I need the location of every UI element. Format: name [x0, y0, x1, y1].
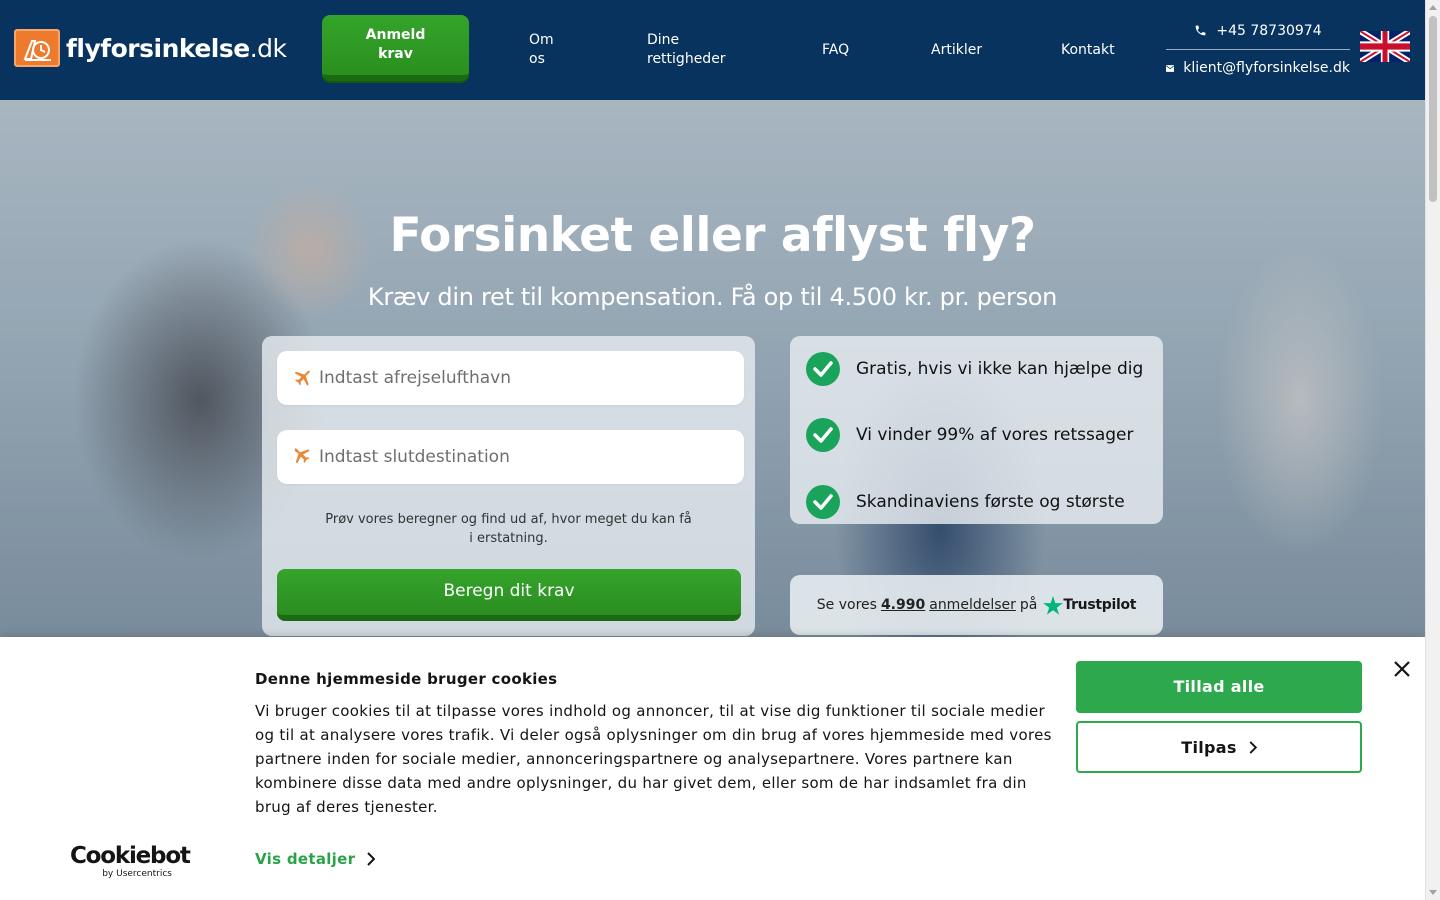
- trustpilot-star-icon: [1043, 595, 1064, 615]
- usp-text: Vi vinder 99% af vores retssager: [856, 425, 1134, 445]
- uk-flag-icon[interactable]: [1360, 31, 1410, 62]
- nav-about-line2: os: [529, 51, 545, 67]
- show-details-label: Vis detaljer: [255, 850, 356, 868]
- cookie-banner: Cookiebot by Usercentrics Denne hjemmesi…: [0, 637, 1425, 900]
- check-icon: [806, 352, 840, 386]
- customize-label: Tilpas: [1181, 737, 1237, 757]
- scroll-down-icon[interactable]: [1429, 890, 1437, 895]
- nav-articles[interactable]: Artikler: [931, 41, 982, 60]
- claim-calculator-form: Prøv vores beregner og find ud af, hvor …: [262, 336, 755, 636]
- usp-text: Gratis, hvis vi ikke kan hjælpe dig: [856, 359, 1144, 379]
- trustpilot-brand: Trustpilot: [1063, 597, 1137, 613]
- trustpilot-prefix: Se vores: [816, 597, 877, 613]
- trustpilot-widget[interactable]: Se vores 4.990 anmeldelser på Trustpilot: [790, 575, 1163, 635]
- hero-subtitle: Kræv din ret til kompensation. Få op til…: [367, 283, 1058, 311]
- phone-link[interactable]: +45 78730974: [1166, 18, 1350, 50]
- nav-rights-line1: Dine: [647, 32, 680, 48]
- cookiebot-logo: Cookiebot by Usercentrics: [70, 843, 191, 879]
- hero-section: Forsinket eller aflyst fly? Kræv din ret…: [0, 100, 1425, 637]
- trustpilot-logo[interactable]: Trustpilot: [1043, 595, 1137, 615]
- report-claim-label-2: krav: [378, 46, 413, 62]
- contact-info: +45 78730974 klient@flyforsinkelse.dk: [1166, 18, 1350, 76]
- usp-item: Skandinaviens første og største: [806, 485, 1125, 519]
- logo-text: flyforsinkelse.dk: [66, 33, 287, 63]
- page-scrollbar[interactable]: [1425, 0, 1440, 900]
- allow-all-button[interactable]: Tillad alle: [1076, 661, 1362, 713]
- destination-input[interactable]: [319, 447, 719, 467]
- chevron-right-icon: [367, 852, 376, 866]
- reviews-link[interactable]: anmeldelser: [929, 597, 1016, 613]
- plane-landing-icon: [294, 448, 310, 464]
- nav-about[interactable]: Om os: [529, 31, 554, 69]
- nav-contact[interactable]: Kontakt: [1061, 41, 1115, 60]
- nav-about-line1: Om: [529, 32, 554, 48]
- cookie-text: Vi bruger cookies til at tilpasse vores …: [255, 702, 1052, 816]
- report-claim-label-1: Anmeld: [365, 27, 426, 43]
- email-address: klient@flyforsinkelse.dk: [1183, 60, 1350, 76]
- departure-input[interactable]: [319, 368, 719, 388]
- destination-field[interactable]: [277, 430, 744, 484]
- logo-mark-icon: [14, 29, 60, 67]
- plane-takeoff-icon: [294, 370, 311, 386]
- cookiebot-name: Cookiebot: [70, 843, 191, 869]
- trustpilot-on: på: [1019, 597, 1038, 613]
- calculator-note: Prøv vores beregner og find ud af, hvor …: [325, 512, 692, 546]
- departure-field[interactable]: [277, 351, 744, 405]
- calculate-claim-button[interactable]: Beregn dit krav: [277, 569, 741, 621]
- phone-icon: [1195, 25, 1206, 36]
- customize-button[interactable]: Tilpas: [1076, 721, 1362, 773]
- nav-rights-line2: rettigheder: [647, 51, 726, 67]
- usp-item: Vi vinder 99% af vores retssager: [806, 418, 1134, 452]
- check-icon: [806, 418, 840, 452]
- site-logo[interactable]: flyforsinkelse.dk: [14, 28, 287, 68]
- usp-text: Skandinaviens første og største: [856, 492, 1125, 512]
- site-header: flyforsinkelse.dk Anmeld krav Om os Dine…: [0, 0, 1425, 100]
- report-claim-button[interactable]: Anmeld krav: [322, 15, 469, 81]
- hero-title: Forsinket eller aflyst fly?: [389, 208, 1036, 263]
- cookie-title: Denne hjemmeside bruger cookies: [255, 670, 558, 688]
- review-count[interactable]: 4.990: [881, 597, 925, 613]
- usp-item: Gratis, hvis vi ikke kan hjælpe dig: [806, 352, 1143, 386]
- show-details-link[interactable]: Vis detaljer: [255, 850, 376, 868]
- usp-list: Gratis, hvis vi ikke kan hjælpe dig Vi v…: [790, 336, 1163, 524]
- nav-faq[interactable]: FAQ: [822, 41, 849, 60]
- scroll-up-icon[interactable]: [1429, 5, 1437, 10]
- close-icon[interactable]: [1392, 659, 1412, 679]
- email-link[interactable]: klient@flyforsinkelse.dk: [1166, 60, 1350, 76]
- phone-number: +45 78730974: [1216, 22, 1322, 39]
- cookiebot-sub: by Usercentrics: [102, 869, 172, 879]
- chevron-right-icon: [1249, 740, 1257, 754]
- nav-rights[interactable]: Dine rettigheder: [647, 31, 726, 69]
- scrollbar-thumb[interactable]: [1429, 16, 1437, 202]
- envelope-icon: [1166, 64, 1175, 72]
- check-icon: [806, 485, 840, 519]
